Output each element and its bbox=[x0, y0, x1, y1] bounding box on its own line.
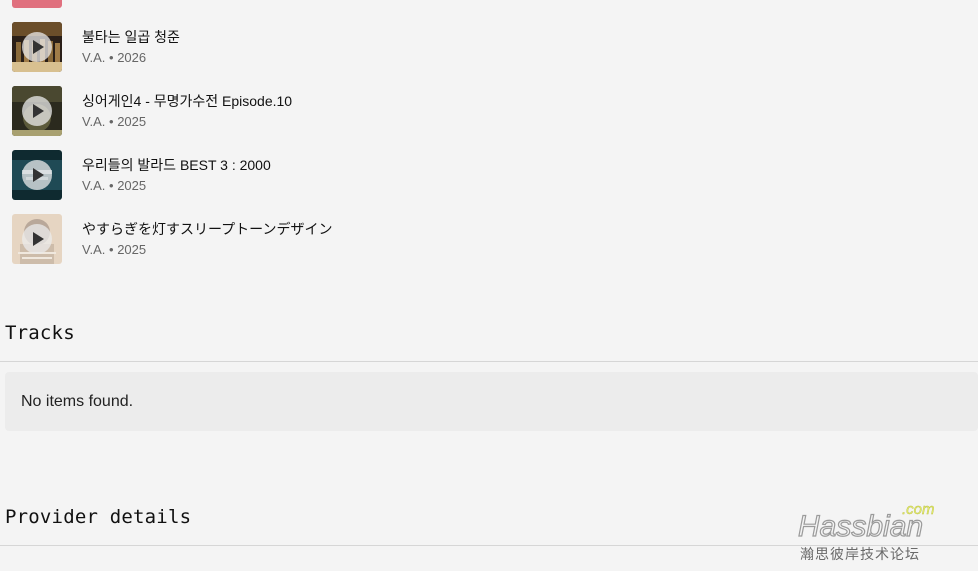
album-year: 2025 bbox=[117, 177, 147, 193]
album-subtitle: V.A. • 2025 bbox=[82, 177, 271, 195]
album-title[interactable]: 우리들의 발라드 BEST 3 : 2000 bbox=[82, 156, 271, 174]
separator-dot: • bbox=[109, 49, 114, 65]
separator-dot: • bbox=[109, 113, 114, 129]
album-thumbnail[interactable] bbox=[12, 86, 62, 136]
album-artist[interactable]: V.A. bbox=[82, 178, 105, 193]
album-row[interactable]: 싱어게인4 - 무명가수전 Episode.10 V.A. • 2025 bbox=[0, 79, 978, 143]
album-row[interactable]: やすらぎを灯すスリープトーンデザイン V.A. • 2025 bbox=[0, 207, 978, 271]
watermark-brand: Hassbian bbox=[798, 510, 923, 543]
empty-state-text: No items found. bbox=[21, 392, 134, 410]
album-artist[interactable]: V.A. bbox=[82, 50, 105, 65]
album-row[interactable]: 불타는 일곱 청준 V.A. • 2026 bbox=[0, 15, 978, 79]
separator-dot: • bbox=[109, 241, 114, 257]
provider-details-heading: Provider details bbox=[5, 506, 192, 528]
album-year: 2025 bbox=[117, 113, 147, 129]
separator-dot: • bbox=[109, 177, 114, 193]
album-thumbnail[interactable] bbox=[12, 22, 62, 72]
tracks-heading: Tracks bbox=[5, 322, 75, 344]
watermark-logo: .com Hassbian 瀚思彼岸技术论坛 bbox=[797, 501, 934, 563]
album-subtitle: V.A. • 2026 bbox=[82, 49, 180, 67]
play-icon[interactable] bbox=[22, 224, 52, 254]
play-icon[interactable] bbox=[22, 96, 52, 126]
album-year: 2026 bbox=[117, 49, 147, 65]
tracks-empty-state: No items found. bbox=[5, 372, 978, 431]
album-thumbnail[interactable] bbox=[12, 214, 62, 264]
album-title[interactable]: 싱어게인4 - 무명가수전 Episode.10 bbox=[82, 92, 292, 110]
album-year: 2025 bbox=[117, 241, 147, 257]
play-icon[interactable] bbox=[22, 32, 52, 62]
section-divider bbox=[0, 361, 978, 362]
album-subtitle: V.A. • 2025 bbox=[82, 241, 332, 259]
album-title[interactable]: 불타는 일곱 청준 bbox=[82, 28, 180, 46]
album-thumbnail-partial[interactable] bbox=[12, 0, 62, 8]
album-artist[interactable]: V.A. bbox=[82, 242, 105, 257]
album-thumbnail[interactable] bbox=[12, 150, 62, 200]
album-subtitle: V.A. • 2025 bbox=[82, 113, 292, 131]
album-title[interactable]: やすらぎを灯すスリープトーンデザイン bbox=[82, 220, 332, 238]
play-icon[interactable] bbox=[22, 160, 52, 190]
watermark-tagline: 瀚思彼岸技术论坛 bbox=[800, 547, 920, 563]
album-artist[interactable]: V.A. bbox=[82, 114, 105, 129]
album-row[interactable]: 우리들의 발라드 BEST 3 : 2000 V.A. • 2025 bbox=[0, 143, 978, 207]
